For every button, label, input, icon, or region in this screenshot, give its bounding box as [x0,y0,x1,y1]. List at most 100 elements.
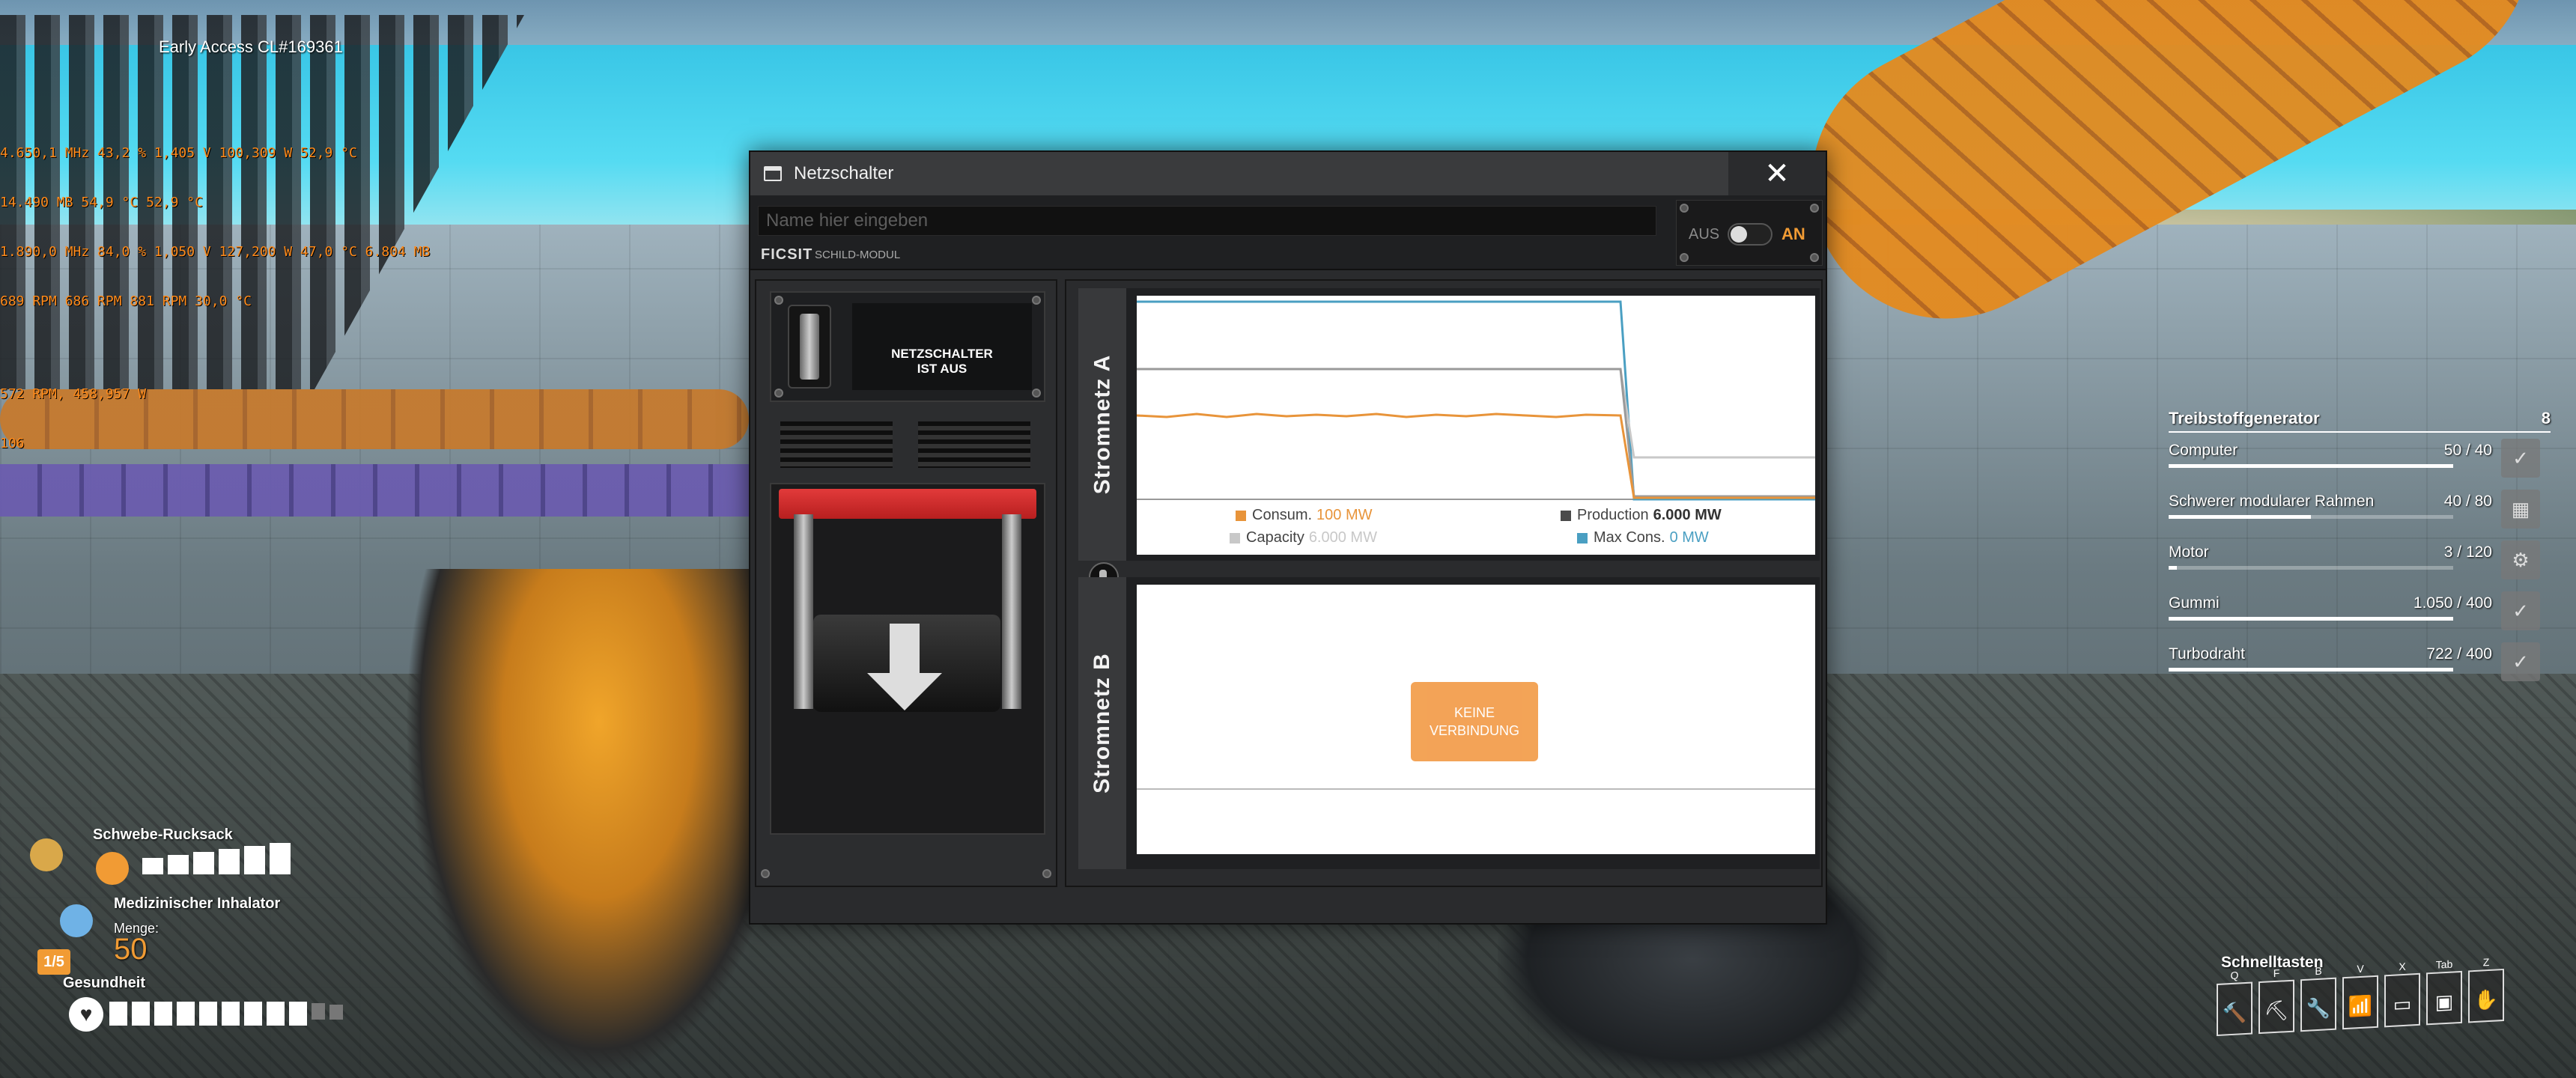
tracker-row: Schwerer modularer Rahmen 40 / 80 ▦ [2169,484,2551,535]
item-amount: 1.050 / 400 [2413,594,2492,612]
health-pip [199,1002,217,1026]
vents [773,421,1042,474]
item-amount: 40 / 80 [2443,493,2492,510]
health-pip-empty [329,1005,343,1020]
status-screen: NETZSCHALTER IST AUS [852,303,1032,390]
rivet [1042,869,1051,878]
rivet [1810,253,1819,262]
hotbar-slot-inventory[interactable]: Tab ▣ [2426,958,2462,1026]
production-tracker: Treibstoffgenerator 8 Computer 50 / 40 ✓… [2169,409,2551,687]
inhaler-icon [60,904,93,937]
name-input[interactable] [758,206,1656,236]
power-toggle-panel: AUS AN [1676,200,1823,266]
grid-a-chart [1137,300,1815,501]
close-button[interactable]: ✕ [1728,152,1826,195]
item-amount: 3 / 120 [2443,543,2492,561]
energy-pip [270,843,291,874]
power-switch-window: Netzschalter ✕ FICSIT SCHILD-MODUL AUS A… [749,150,1827,925]
grid-a-legend: Consum. 100 MW Production 6.000 MW Capac… [1137,507,1815,552]
item-progress [2169,515,2453,519]
grid-b-card: Stromnetz B KEINE VERBINDUNG [1078,577,1820,869]
progress-fill [2169,464,2453,468]
power-graphs-panel: Stromnetz A Consum. 100 MW Production 6.… [1065,279,1823,887]
health-pip [109,1002,127,1026]
hotbar-slot-dismantle[interactable]: F ⛏ [2258,967,2294,1035]
window-title: Netzschalter [794,163,894,183]
progress-fill [2169,668,2453,672]
health-label: Gesundheit [63,975,146,991]
hotbar-slot-codex[interactable]: X ▭ [2384,960,2420,1028]
sign-module: FICSIT SCHILD-MODUL AUS AN [750,195,1826,270]
rivet [761,869,770,878]
progress-fill [2169,617,2453,621]
hotbar: Schnelltasten Q 🔨 F ⛏ B 🔧 V 📶 X ▭ Tab ▣ … [2217,951,2546,1048]
motor-icon: ⚙ [2501,540,2540,579]
power-lever-handle[interactable] [779,489,1036,519]
status-line-1: NETZSCHALTER [891,347,993,361]
grid-b-graph: KEINE VERBINDUNG [1137,585,1815,854]
sign-module-label: SCHILD-MODUL [815,249,901,261]
debug-gap [0,343,430,353]
item-name: Schwerer modularer Rahmen [2169,493,2375,510]
window-icon [764,166,782,181]
legend-max-consumption: Max Cons. 0 MW [1577,529,1709,546]
tracker-row: Computer 50 / 40 ✓ [2169,433,2551,484]
toggle-on-label: AN [1781,225,1805,243]
rivet [1680,253,1689,262]
rivet [774,389,783,398]
amount-value: 50 [114,933,148,966]
legend-capacity: Capacity 6.000 MW [1230,529,1377,546]
no-connection-line-2: VERBINDUNG [1429,723,1519,738]
debug-overlay: 4.650,1 MHz 43,2 % 1,405 V 100,309 W 52,… [0,112,430,469]
tracker-row: Gummi 1.050 / 400 ✓ [2169,585,2551,636]
toggle-knob [1731,226,1747,243]
hotbar-slot-build[interactable]: B 🔧 [2300,965,2336,1032]
item-amount: 722 / 400 [2426,645,2492,663]
no-connection-badge: KEINE VERBINDUNG [1411,682,1538,761]
hotbar-slot-hammer[interactable]: Q 🔨 [2217,969,2253,1037]
debug-line: 572 RPM, 458,957 W [0,386,147,402]
emote-icon: ✋ [2473,987,2499,1012]
window-titlebar[interactable]: Netzschalter ✕ [750,152,1826,195]
legend-value: 100 MW [1316,507,1373,523]
power-toggle[interactable] [1728,223,1772,246]
tracker-header: Treibstoffgenerator 8 [2169,409,2551,433]
lever-arm-left [794,514,813,709]
hotbar-slot-emote[interactable]: Z ✋ [2468,956,2504,1023]
rivet [1032,389,1041,398]
legend-label: Production [1577,507,1649,523]
legend-value: 0 MW [1669,529,1709,546]
legend-label: Consum. [1252,507,1313,523]
check-icon: ✓ [2501,642,2540,681]
capacity-line [1137,368,1815,459]
build-version: Early Access CL#169361 [159,37,343,56]
health-pip [132,1002,150,1026]
slot-key: V [2357,962,2364,975]
rivet [1680,204,1689,213]
grid-a-tab: Stromnetz A [1078,288,1126,561]
rivet [1810,204,1819,213]
rivet [774,296,783,305]
dismantle-icon: ⛏ [2264,999,2289,1023]
debug-line: 4.650,1 MHz 43,2 % 1,405 V 100,309 W 52,… [0,145,357,161]
slot-key: Z [2482,955,2490,969]
legend-value: 6.000 MW [1308,529,1377,546]
grid-b-tab: Stromnetz B [1078,577,1126,869]
inventory-icon: ▣ [2434,990,2454,1014]
health-pip [222,1002,240,1026]
grid-b-label: Stromnetz B [1090,653,1114,794]
ficsit-logo: FICSIT [761,246,813,263]
tracker-row: Turbodraht 722 / 400 ✓ [2169,636,2551,687]
energy-pip [168,855,189,874]
tracker-title: Treibstoffgenerator [2169,409,2320,427]
build-icon: 🔧 [2306,996,2331,1020]
progress-fill [2169,566,2178,570]
arrow-down-icon [867,624,942,710]
hotbar-slot-scanner[interactable]: V 📶 [2342,963,2378,1030]
vent-grille [780,421,893,468]
grid-a-label: Stromnetz A [1090,354,1114,495]
check-icon: ✓ [2501,591,2540,630]
slot-key: B [2315,964,2322,978]
tracker-count: 8 [2541,409,2551,427]
player-left-hand [404,569,794,1078]
